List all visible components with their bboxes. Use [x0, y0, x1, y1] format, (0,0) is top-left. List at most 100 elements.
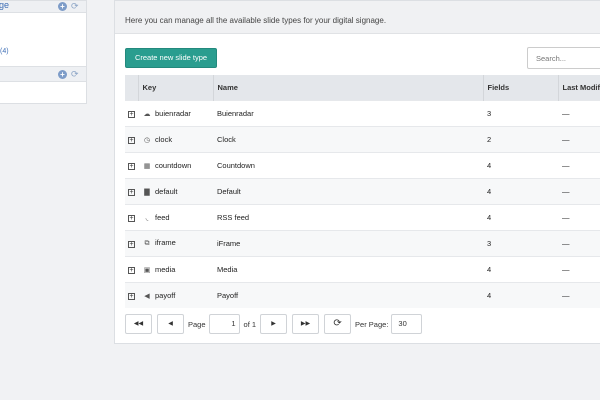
key-text: payoff: [155, 290, 176, 300]
megaphone-icon: ◀: [144, 292, 150, 300]
last-modified-cell: —: [558, 281, 600, 308]
table-row[interactable]: + ◟ feed RSS feed 4—: [125, 203, 600, 230]
sidebar-panel-title[interactable]: ge: [0, 0, 9, 10]
table-row[interactable]: + ▦ countdown Countdown 4—: [125, 151, 600, 178]
refresh-icon[interactable]: ⟳: [71, 70, 80, 79]
key-cell: ▦ countdown: [138, 151, 213, 178]
expand-cell: +: [125, 281, 138, 308]
rss-icon: ◟: [145, 214, 149, 222]
expand-cell: +: [125, 255, 138, 282]
calendar-icon: ▦: [143, 162, 151, 170]
fields-cell: 3: [483, 229, 558, 256]
sidebar-panel-header: ge + ⟳: [0, 0, 86, 13]
table-row[interactable]: + ▣ media Media 4—: [125, 255, 600, 282]
table-row[interactable]: + ☁ buienradar Buienradar 3—: [125, 99, 600, 126]
expand-icon[interactable]: +: [128, 214, 135, 222]
last-modified-cell: —: [558, 229, 600, 256]
fields-cell: 4: [483, 255, 558, 282]
last-modified-cell: —: [558, 203, 600, 230]
expand-icon[interactable]: +: [128, 240, 135, 248]
fields-cell: 4: [483, 177, 558, 204]
first-page-button[interactable]: ◀◀: [125, 314, 152, 334]
expand-icon[interactable]: +: [128, 110, 135, 118]
key-cell: ▣ media: [138, 255, 213, 282]
fields-cell: 4: [483, 203, 558, 230]
search-input[interactable]: [527, 47, 600, 69]
expand-cell: +: [125, 177, 138, 204]
key-text: countdown: [155, 160, 192, 170]
table-row[interactable]: + ◀ payoff Payoff 4—: [125, 281, 600, 308]
name-cell: Buienradar: [213, 99, 483, 126]
key-text: media: [155, 264, 176, 274]
refresh-icon[interactable]: ⟳: [71, 2, 80, 11]
table-row[interactable]: + ▇ default Default 4—: [125, 177, 600, 204]
add-icon[interactable]: +: [58, 2, 67, 11]
name-cell: Payoff: [213, 281, 483, 308]
refresh-button[interactable]: ⟳: [324, 314, 352, 334]
add-icon[interactable]: +: [58, 70, 67, 79]
clock-icon: ◷: [143, 136, 151, 144]
toolbar: Create new slide type: [115, 34, 600, 74]
fields-cell: 3: [483, 99, 558, 126]
last-page-button[interactable]: ▶▶: [292, 314, 320, 334]
column-header-fields[interactable]: Fields: [483, 75, 559, 100]
per-page-label: Per Page:: [355, 319, 389, 329]
key-text: default: [155, 186, 178, 196]
fields-cell: 2: [483, 125, 558, 152]
last-modified-cell: —: [558, 99, 600, 126]
page-label: Page: [188, 319, 206, 329]
last-modified-cell: —: [558, 125, 600, 152]
expand-cell: +: [125, 125, 138, 152]
last-modified-cell: —: [558, 255, 600, 282]
prev-page-button[interactable]: ◀: [157, 314, 184, 334]
name-cell: iFrame: [213, 229, 483, 256]
expand-cell: +: [125, 151, 138, 178]
cloud-icon: ☁: [143, 110, 151, 118]
name-cell: Clock: [213, 125, 483, 152]
key-cell: ◟ feed: [138, 203, 213, 230]
table-header-row: Key Name Fields Last Modifie: [125, 75, 600, 100]
expand-icon[interactable]: +: [128, 266, 135, 274]
key-cell: ◀ payoff: [138, 281, 213, 308]
table-row[interactable]: + ◷ clock Clock 2—: [125, 125, 600, 152]
sidebar-panel-header-2: + ⟳: [0, 66, 86, 82]
expand-icon[interactable]: +: [128, 188, 135, 196]
last-modified-cell: —: [558, 151, 600, 178]
expand-cell: +: [125, 203, 138, 230]
key-cell: ☁ buienradar: [138, 99, 213, 126]
next-page-button[interactable]: ▶: [260, 314, 288, 334]
expand-icon[interactable]: +: [128, 162, 135, 170]
fields-cell: 4: [483, 281, 558, 308]
file-icon: ▇: [144, 188, 150, 196]
key-text: clock: [155, 134, 173, 144]
per-page-input[interactable]: 30: [391, 314, 423, 334]
sidebar-panel: ge + ⟳ (4) + ⟳: [0, 0, 87, 104]
intro-text: Here you can manage all the available sl…: [115, 1, 600, 34]
fields-cell: 4: [483, 151, 558, 178]
expand-cell: +: [125, 99, 138, 126]
image-icon: ▣: [143, 266, 151, 274]
name-cell: RSS feed: [213, 203, 483, 230]
key-text: iframe: [155, 238, 176, 247]
slide-types-panel: Here you can manage all the available sl…: [114, 0, 600, 344]
pagination: ◀◀ ◀ Page 1 of 1 ▶ ▶▶ ⟳ Per Page: 30: [125, 314, 423, 334]
name-cell: Countdown: [213, 151, 483, 178]
column-header-name[interactable]: Name: [213, 75, 484, 100]
expand-icon[interactable]: +: [128, 292, 135, 300]
key-cell: ▇ default: [138, 177, 213, 204]
table-row[interactable]: + ⧉ iframe iFrame 3—: [125, 229, 600, 256]
name-cell: Media: [213, 255, 483, 282]
slide-types-table: Key Name Fields Last Modifie + ☁ buienrada…: [125, 75, 600, 308]
iframe-icon: ⧉: [144, 240, 150, 247]
column-header-key[interactable]: Key: [138, 75, 214, 100]
column-header-last-modified[interactable]: Last Modifie: [558, 75, 600, 100]
expand-cell: +: [125, 229, 138, 256]
page-number-input[interactable]: 1: [208, 314, 240, 334]
name-cell: Default: [213, 177, 483, 204]
expand-icon[interactable]: +: [128, 136, 135, 144]
sidebar-count-link[interactable]: (4): [0, 48, 9, 55]
key-cell: ⧉ iframe: [138, 229, 213, 256]
last-modified-cell: —: [558, 177, 600, 204]
page-of-label: of 1: [243, 319, 257, 329]
create-slide-type-button[interactable]: Create new slide type: [125, 48, 217, 68]
